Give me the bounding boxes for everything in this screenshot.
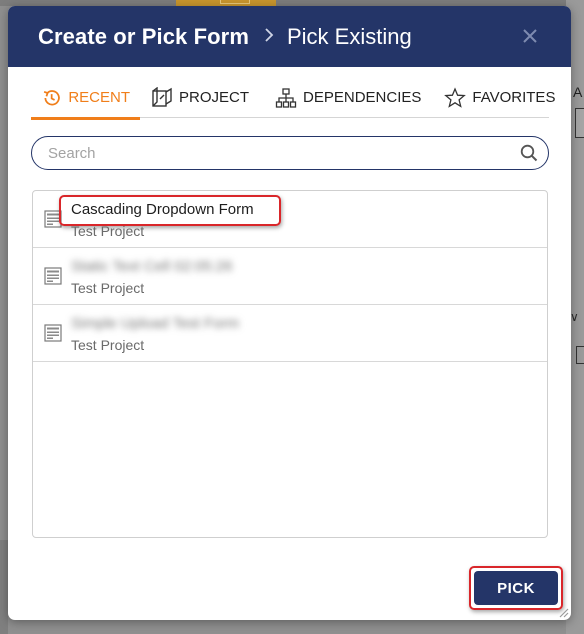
search-box [31,136,549,170]
tab-project-label: PROJECT [179,89,250,106]
project-icon [152,86,172,107]
resize-grip-icon[interactable] [557,606,569,618]
breadcrumb-separator-icon [263,24,275,50]
pick-form-dialog: Create or Pick Form Pick Existing RECENT [8,6,571,620]
star-icon [444,86,467,108]
search-icon[interactable] [519,143,539,163]
tab-dependencies-label: DEPENDENCIES [303,89,422,106]
form-project: Test Project [71,280,145,296]
tab-favorites[interactable]: FAVORITES [434,78,565,118]
form-icon [44,267,62,285]
history-icon [43,89,60,105]
tab-dependencies[interactable]: DEPENDENCIES [265,78,431,118]
form-project: Test Project [71,337,145,353]
dialog-subtitle: Pick Existing [286,23,412,49]
dialog-header: Create or Pick Form Pick Existing [8,6,571,67]
tab-bar: RECENT PROJECT DEPENDENCIES FAVORITES [31,78,555,120]
background-checkbox [576,346,584,364]
form-name: Static Text Cell 02:05:26 [71,258,233,275]
tab-recent-label: RECENT [68,89,130,106]
background-chevron-icon: ∨ [570,310,579,324]
form-icon [44,324,62,342]
search-input[interactable] [32,138,519,168]
form-name: Cascading Dropdown Form [71,201,254,218]
background-toolbar-detail [220,0,250,4]
form-name: Simple Upload Test Form [71,315,240,332]
hierarchy-icon [275,87,297,108]
form-list: Cascading Dropdown Form Test Project Sta… [32,190,548,538]
background-label: A [573,84,583,100]
tab-favorites-label: FAVORITES [472,89,556,106]
background-panel-left [0,540,8,634]
close-icon[interactable] [519,25,541,47]
form-project: Test Project [71,223,145,239]
tab-project[interactable]: PROJECT [141,78,259,118]
form-icon [44,210,62,228]
list-item[interactable]: Cascading Dropdown Form Test Project [33,191,547,248]
background-field [575,108,584,138]
dialog-title: Create or Pick Form [38,23,249,49]
tab-recent[interactable]: RECENT [31,78,140,120]
pick-button[interactable]: PICK [474,571,558,605]
list-item[interactable]: Static Text Cell 02:05:26 Test Project [33,248,547,305]
list-item[interactable]: Simple Upload Test Form Test Project [33,305,547,362]
